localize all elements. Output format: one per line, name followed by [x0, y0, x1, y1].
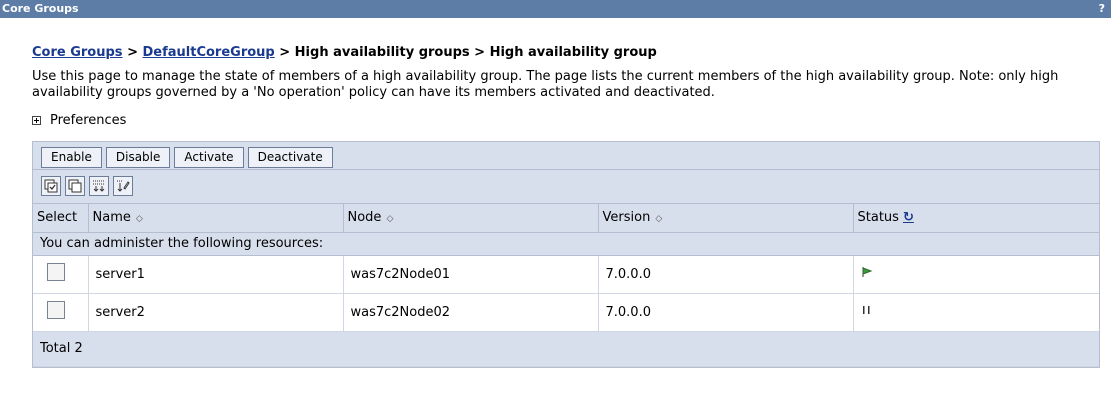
version-cell: 7.0.0.0 [598, 293, 854, 332]
name-cell: server1 [88, 255, 344, 294]
status-header-label: Status [857, 210, 899, 226]
enable-button[interactable]: Enable [41, 147, 102, 168]
table-row: server1 was7c2Node01 7.0.0.0 [33, 255, 1099, 294]
version-column-header[interactable]: Version ◇ [598, 204, 854, 233]
disable-button[interactable]: Disable [105, 147, 171, 168]
sort-icon[interactable]: ◇ [136, 214, 143, 224]
icon-toolbar [33, 170, 1099, 204]
info-text: You can administer the following resourc… [33, 232, 1099, 256]
preferences-label[interactable]: Preferences [50, 113, 126, 128]
status-cell [853, 255, 1099, 294]
select-cell [33, 255, 89, 294]
paused-icon [861, 305, 873, 320]
version-cell: 7.0.0.0 [598, 255, 854, 294]
clear-filter-icon[interactable] [113, 176, 133, 196]
activate-button[interactable]: Activate [174, 147, 244, 168]
select-all-icon[interactable] [41, 176, 61, 196]
select-cell [33, 293, 89, 332]
main-content: Core Groups > DefaultCoreGroup > High av… [0, 45, 1111, 130]
status-column-header: Status ↻ [853, 204, 1099, 233]
breadcrumb-separator: > [122, 45, 143, 60]
breadcrumb: Core Groups > DefaultCoreGroup > High av… [32, 45, 1111, 65]
version-header-label[interactable]: Version [603, 210, 651, 225]
node-cell: was7c2Node01 [343, 255, 599, 294]
table-row: server2 was7c2Node02 7.0.0.0 [33, 293, 1099, 332]
name-cell: server2 [88, 293, 344, 332]
help-icon[interactable]: ? [1099, 0, 1105, 18]
preferences-toggle[interactable]: Preferences [32, 110, 1111, 130]
sort-icon[interactable]: ◇ [386, 214, 393, 224]
select-column-header: Select [33, 204, 89, 233]
refresh-icon[interactable]: ↻ [903, 210, 914, 225]
row-checkbox[interactable] [47, 263, 65, 281]
sort-icon[interactable]: ◇ [655, 214, 662, 224]
button-toolbar: Enable Disable Activate Deactivate [33, 142, 1099, 170]
window-title: Core Groups [2, 2, 79, 15]
members-table: Select Name ◇ Node ◇ Version ◇ Status ↻ You … [33, 204, 1099, 367]
breadcrumb-current: > High availability groups > High availa… [274, 45, 657, 60]
table-header-row: Select Name ◇ Node ◇ Version ◇ Status ↻ [33, 204, 1099, 233]
total-row: Total 2 [33, 331, 1099, 367]
show-filter-icon[interactable] [89, 176, 109, 196]
collection-panel: Enable Disable Activate Deactivate Selec… [32, 141, 1100, 368]
page-description: Use this page to manage the state of mem… [32, 69, 1059, 100]
title-bar: Core Groups ? [0, 0, 1111, 18]
row-checkbox[interactable] [47, 301, 65, 319]
info-row: You can administer the following resourc… [33, 232, 1099, 256]
node-column-header[interactable]: Node ◇ [343, 204, 599, 233]
deselect-all-icon[interactable] [65, 176, 85, 196]
started-flag-icon [861, 267, 873, 282]
expand-plus-icon[interactable] [32, 115, 41, 125]
total-count: Total 2 [33, 331, 1099, 367]
status-cell [853, 293, 1099, 332]
breadcrumb-default-core-group-link[interactable]: DefaultCoreGroup [143, 45, 275, 60]
node-header-label[interactable]: Node [348, 210, 382, 225]
node-cell: was7c2Node02 [343, 293, 599, 332]
breadcrumb-core-groups-link[interactable]: Core Groups [32, 45, 123, 60]
deactivate-button[interactable]: Deactivate [247, 147, 333, 168]
name-column-header[interactable]: Name ◇ [88, 204, 344, 233]
name-header-label[interactable]: Name [93, 210, 131, 225]
